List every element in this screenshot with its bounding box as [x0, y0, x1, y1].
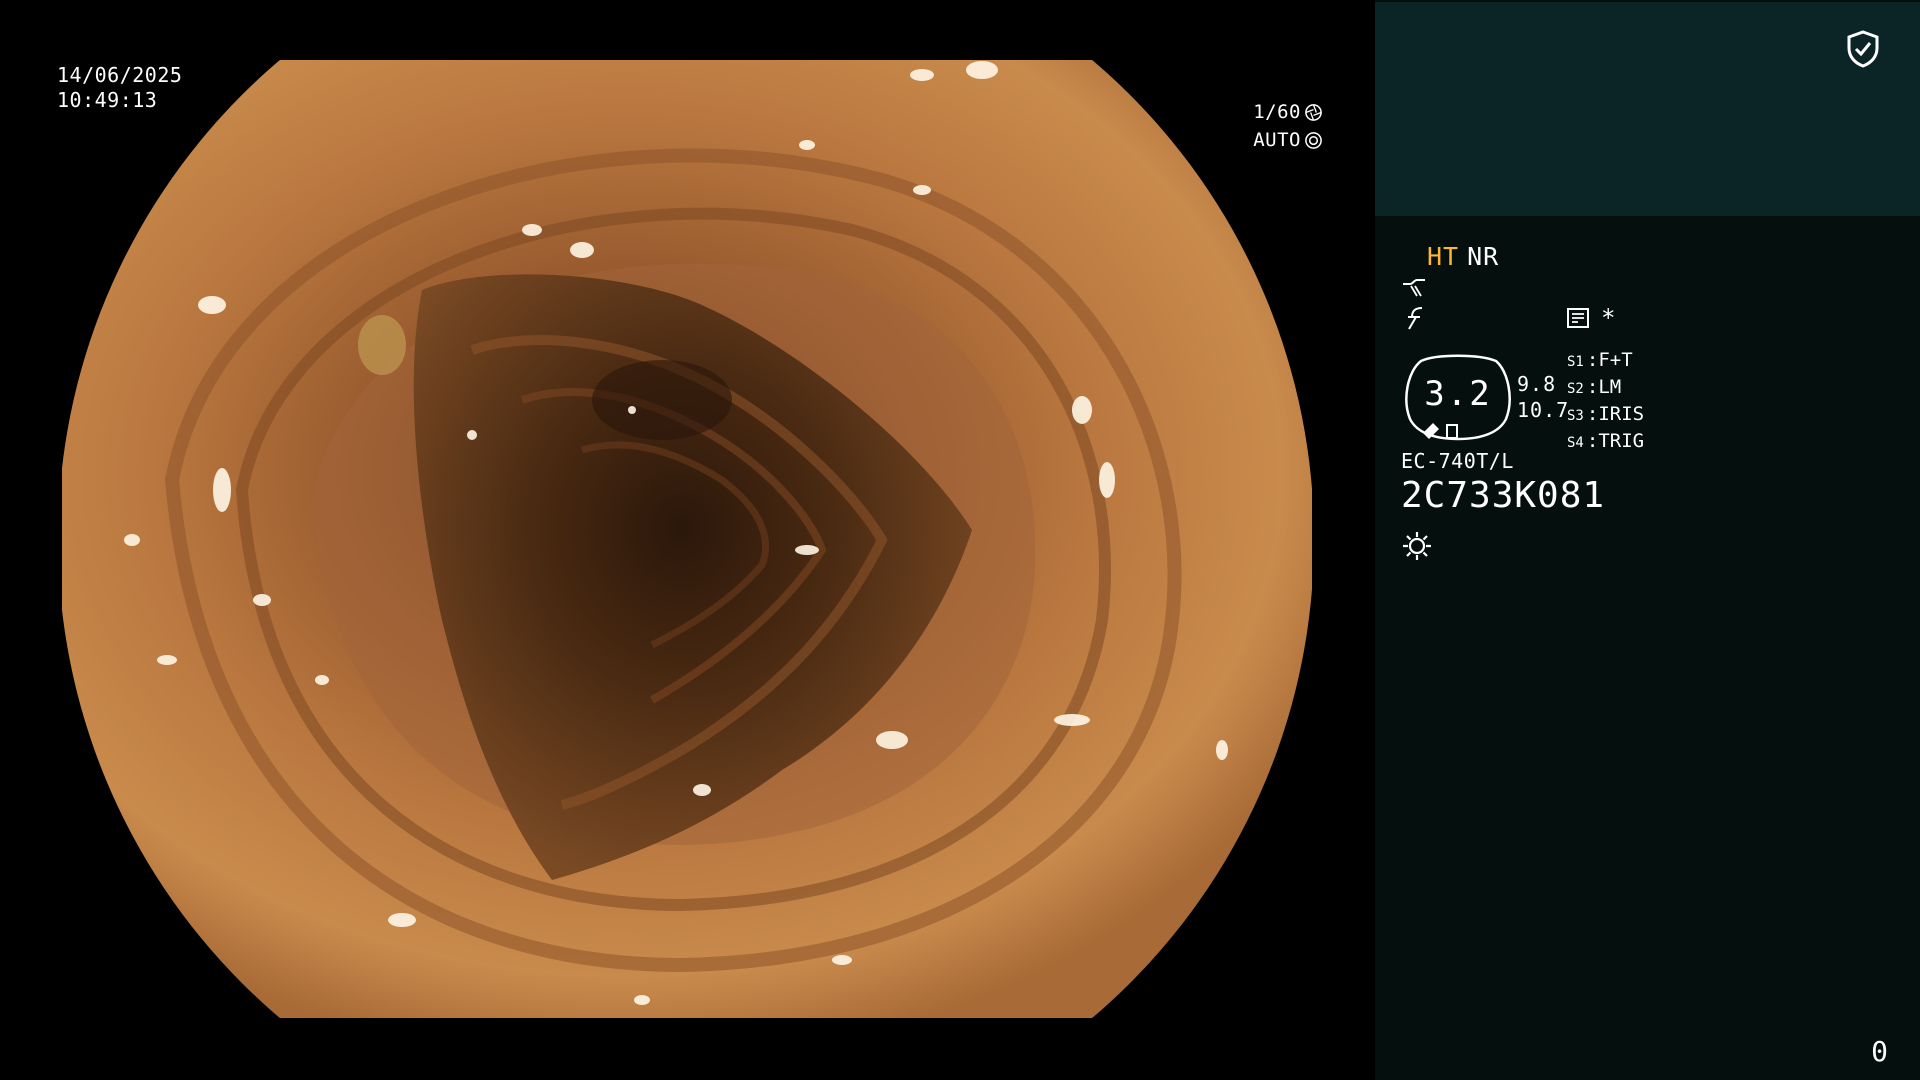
switch-separator: :: [1586, 376, 1599, 398]
switch-row: S2:LM: [1567, 375, 1644, 402]
time-text: 10:49:13: [57, 88, 158, 112]
switch-key: S3: [1567, 408, 1584, 424]
switch-separator: :: [1586, 349, 1599, 371]
switch-row: S1:F+T: [1567, 348, 1644, 375]
capture-settings: 1/60 AUTO: [1253, 98, 1323, 154]
switch-value: F+T: [1598, 349, 1633, 371]
aperture-icon: [1305, 103, 1322, 121]
switch-assignments: S1:F+T S2:LM S3:IRIS S4:TRIG: [1567, 348, 1644, 456]
switch-key: S2: [1567, 381, 1584, 397]
endoscopic-image: [62, 60, 1312, 1018]
switch-row: S3:IRIS: [1567, 402, 1644, 429]
range-bottom-value: 10.7: [1517, 398, 1570, 422]
switch-separator: :: [1586, 403, 1599, 425]
status-panel-header: [1375, 2, 1920, 216]
zoom-scale-value: 3.2: [1424, 374, 1492, 414]
switch-key: S4: [1567, 435, 1584, 451]
date-text: 14/06/2025: [57, 63, 183, 87]
iris-icon: [1305, 131, 1322, 149]
menu-list-icon: [1567, 308, 1589, 328]
scope-model-text: EC-740T/L: [1401, 449, 1514, 473]
mode-nr-indicator: NR: [1467, 242, 1500, 271]
image-counter: 0: [1871, 1035, 1888, 1068]
date-time-display: 14/06/2025 10:49:13: [57, 63, 182, 113]
switch-key: S1: [1567, 354, 1584, 370]
shutter-speed-text: 1/60: [1253, 101, 1301, 123]
switch-value: IRIS: [1598, 403, 1645, 425]
iris-mode-text: AUTO: [1253, 129, 1301, 151]
shield-check-icon: [1847, 30, 1879, 68]
light-sun-icon: [1403, 532, 1431, 560]
endoscope-video-area: 14/06/2025 10:49:13 1/60 AUTO: [0, 0, 1375, 1080]
switch-row: S4:TRIG: [1567, 429, 1644, 456]
scope-serial-text: 2C733K081: [1401, 475, 1606, 516]
asterisk-indicator: *: [1601, 304, 1616, 332]
switch-separator: :: [1586, 430, 1599, 452]
switch-value: LM: [1598, 376, 1622, 398]
range-top-value: 9.8: [1517, 372, 1557, 396]
status-panel: HT NR * 3.2 9.8 10.7 S1:F+T S2:LM S3:IRIS…: [1375, 0, 1920, 1080]
mode-ht-indicator: HT: [1427, 242, 1460, 271]
enhancement-curve-icon: [1403, 279, 1425, 297]
image-mode-indicators: HT NR: [1427, 242, 1499, 271]
color-tone-icon: [1408, 307, 1423, 330]
switch-value: TRIG: [1598, 430, 1645, 452]
